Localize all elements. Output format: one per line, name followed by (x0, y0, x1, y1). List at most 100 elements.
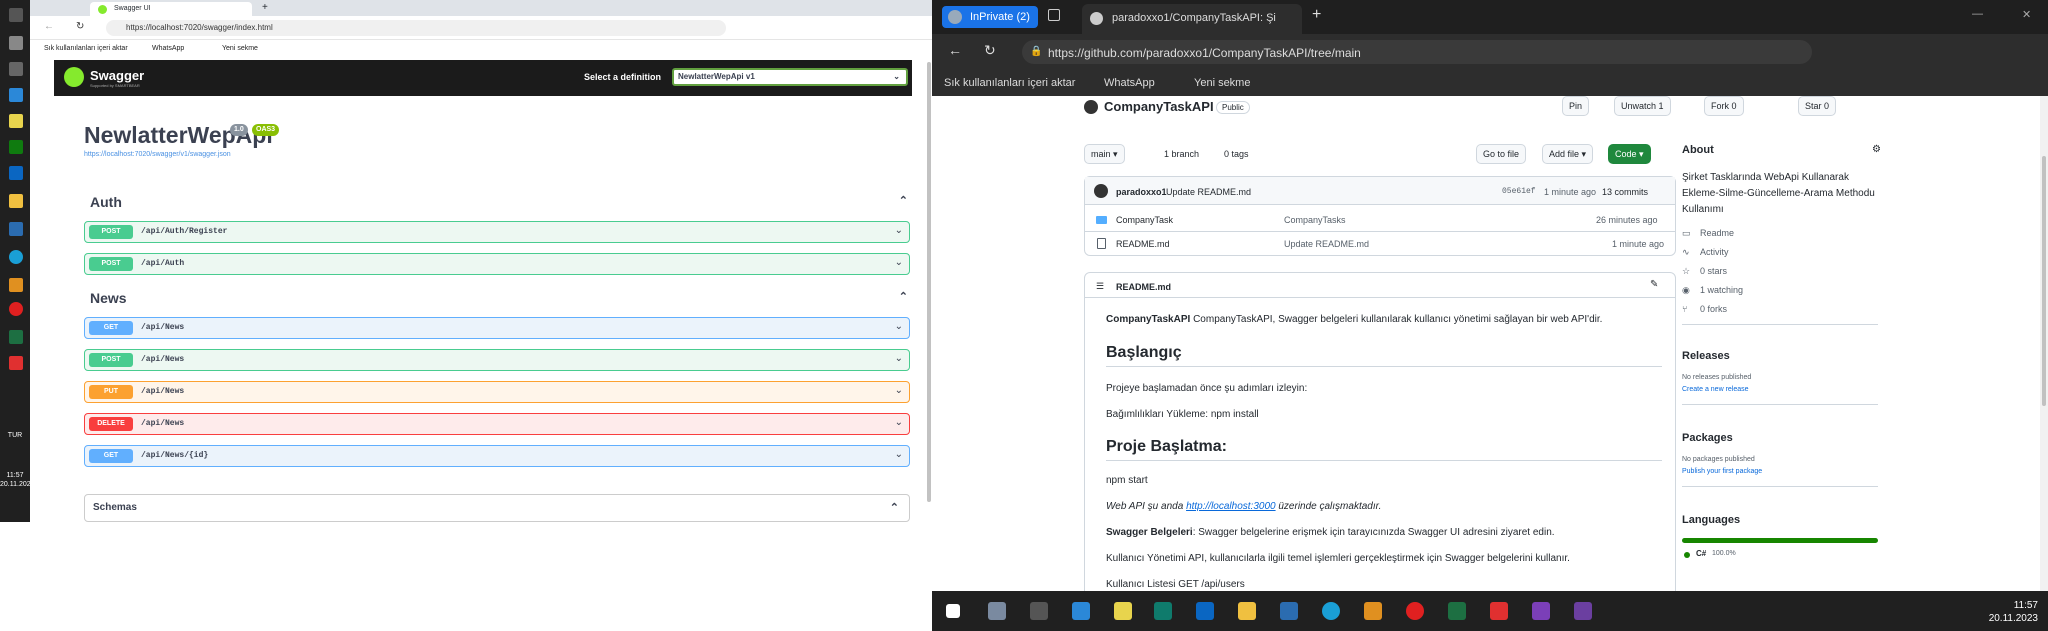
favorite-import[interactable]: Sık kullanılanları içeri aktar (944, 77, 1075, 89)
operation-row[interactable]: POST/api/Auth/Register ⌄ (84, 221, 910, 243)
publish-package-link[interactable]: Publish your first package (1682, 468, 1762, 475)
operation-row[interactable]: POST/api/News ⌄ (84, 349, 910, 371)
activity-link[interactable]: Activity (1700, 247, 1729, 257)
localhost-link[interactable]: http://localhost:3000 (1186, 501, 1276, 512)
operation-row[interactable]: GET/api/News ⌄ (84, 317, 910, 339)
refresh-icon[interactable]: ↻ (984, 42, 996, 59)
repo-name[interactable]: CompanyTaskAPI (1104, 99, 1214, 114)
opera-icon[interactable] (9, 302, 23, 316)
branch-select[interactable]: main ▾ (1084, 144, 1125, 164)
close-icon[interactable]: ✕ (2022, 8, 2031, 21)
favorite-whatsapp[interactable]: WhatsApp (152, 45, 184, 52)
app-icon[interactable] (1114, 602, 1132, 620)
tab-swagger[interactable]: Swagger UI (90, 2, 252, 16)
app-icon[interactable] (1280, 602, 1298, 620)
packages-title[interactable]: Packages (1682, 432, 1733, 444)
new-tab-icon[interactable]: + (1312, 6, 1321, 24)
favorite-whatsapp[interactable]: WhatsApp (1104, 77, 1155, 89)
outlook-icon[interactable] (1196, 602, 1214, 620)
file-commit-msg[interactable]: Update README.md (1284, 239, 1369, 249)
app-icon[interactable] (9, 114, 23, 128)
commit-message[interactable]: Update README.md (1166, 187, 1251, 197)
operation-row[interactable]: DELETE/api/News ⌄ (84, 413, 910, 435)
favorite-new-tab[interactable]: Yeni sekme (222, 45, 258, 52)
store-icon[interactable] (1072, 602, 1090, 620)
excel-icon[interactable] (9, 330, 23, 344)
opera-icon[interactable] (1406, 602, 1424, 620)
chevron-up-icon[interactable]: ⌃ (890, 501, 899, 514)
operation-row[interactable]: PUT/api/News ⌄ (84, 381, 910, 403)
fork-button[interactable]: Fork 0 (1704, 96, 1744, 116)
app-icon[interactable] (9, 222, 23, 236)
app-icon[interactable] (1364, 602, 1382, 620)
file-name[interactable]: README.md (1116, 239, 1170, 249)
excel-icon[interactable] (1448, 602, 1466, 620)
schemas-section[interactable]: Schemas ⌃ (84, 494, 910, 522)
go-to-file-button[interactable]: Go to file (1476, 144, 1527, 164)
gear-icon[interactable]: ⚙ (1872, 144, 1881, 155)
minimize-icon[interactable]: — (1972, 8, 1983, 20)
operation-row[interactable]: POST/api/Auth ⌄ (84, 253, 910, 275)
definition-select[interactable]: NewlatterWepApi v1 ⌄ (672, 68, 908, 86)
refresh-icon[interactable]: ↻ (76, 21, 84, 32)
new-tab-icon[interactable]: + (262, 2, 268, 13)
app-icon[interactable] (9, 140, 23, 154)
clock[interactable]: 11:57 20.11.2023 (1989, 599, 2038, 625)
commits-link[interactable]: 13 commits (1602, 187, 1648, 197)
releases-title[interactable]: Releases (1682, 350, 1730, 362)
app-icon[interactable] (9, 8, 23, 22)
spec-link[interactable]: https://localhost:7020/swagger/v1/swagge… (84, 151, 231, 158)
star-button[interactable]: Star 0 (1798, 96, 1837, 116)
app-icon[interactable] (9, 36, 23, 50)
tab-github[interactable]: paradoxxo1/CompanyTaskAPI: Şi (1082, 4, 1302, 34)
pin-button[interactable]: Pin (1562, 96, 1590, 116)
readme-link[interactable]: Readme (1700, 228, 1734, 238)
file-name[interactable]: CompanyTask (1116, 215, 1173, 225)
forks-link[interactable]: 0 forks (1700, 304, 1727, 314)
operation-row[interactable]: GET/api/News/{id} ⌄ (84, 445, 910, 467)
app-icon[interactable] (9, 356, 23, 370)
scrollbar[interactable] (2040, 96, 2048, 591)
favorite-new-tab[interactable]: Yeni sekme (1194, 77, 1250, 89)
app-icon[interactable] (988, 602, 1006, 620)
outlook-icon[interactable] (9, 166, 23, 180)
file-commit-msg[interactable]: CompanyTasks (1284, 215, 1346, 225)
commit-user[interactable]: paradoxxo1 (1116, 187, 1167, 197)
back-icon[interactable]: ← (44, 21, 54, 32)
inprivate-badge[interactable]: InPrivate (2) (942, 6, 1038, 28)
app-icon[interactable] (9, 88, 23, 102)
app-icon[interactable] (1030, 602, 1048, 620)
windows-start-icon[interactable] (946, 604, 960, 618)
favorite-import[interactable]: Sık kullanılanları içeri aktar (44, 45, 128, 52)
visual-studio-icon[interactable] (1532, 602, 1550, 620)
commit-hash[interactable]: 05e61ef (1502, 187, 1536, 196)
app-icon[interactable] (1490, 602, 1508, 620)
unwatch-button[interactable]: Unwatch 1 (1614, 96, 1671, 116)
url-input[interactable]: https://localhost:7020/swagger/index.htm… (106, 20, 726, 36)
watching-link[interactable]: 1 watching (1700, 285, 1743, 295)
app-icon[interactable] (1154, 602, 1172, 620)
folder-icon[interactable] (1238, 602, 1256, 620)
readme-label[interactable]: README.md (1116, 282, 1171, 292)
tab-actions-icon[interactable] (1048, 9, 1060, 21)
chevron-up-icon[interactable]: ⌃ (899, 194, 908, 207)
edge-icon[interactable] (9, 250, 23, 264)
edge-icon[interactable] (1322, 602, 1340, 620)
create-release-link[interactable]: Create a new release (1682, 386, 1749, 393)
tags-link[interactable]: 0 tags (1224, 149, 1249, 159)
chevron-up-icon[interactable]: ⌃ (899, 290, 908, 303)
code-button[interactable]: Code ▾ (1608, 144, 1651, 164)
section-news[interactable]: News ⌃ (90, 290, 908, 306)
folder-icon[interactable] (9, 194, 23, 208)
add-file-button[interactable]: Add file ▾ (1542, 144, 1594, 164)
url-input[interactable]: 🔒 https://github.com/paradoxxo1/CompanyT… (1022, 40, 1812, 64)
section-auth[interactable]: Auth ⌃ (90, 194, 908, 210)
app-icon[interactable] (1574, 602, 1592, 620)
app-icon[interactable] (9, 278, 23, 292)
list-icon[interactable]: ☰ (1096, 281, 1104, 292)
language-name[interactable]: C# (1696, 549, 1706, 558)
app-icon[interactable] (9, 62, 23, 76)
edit-icon[interactable]: ✎ (1650, 279, 1658, 290)
back-icon[interactable]: ← (948, 42, 962, 58)
branches-link[interactable]: 1 branch (1164, 149, 1199, 159)
